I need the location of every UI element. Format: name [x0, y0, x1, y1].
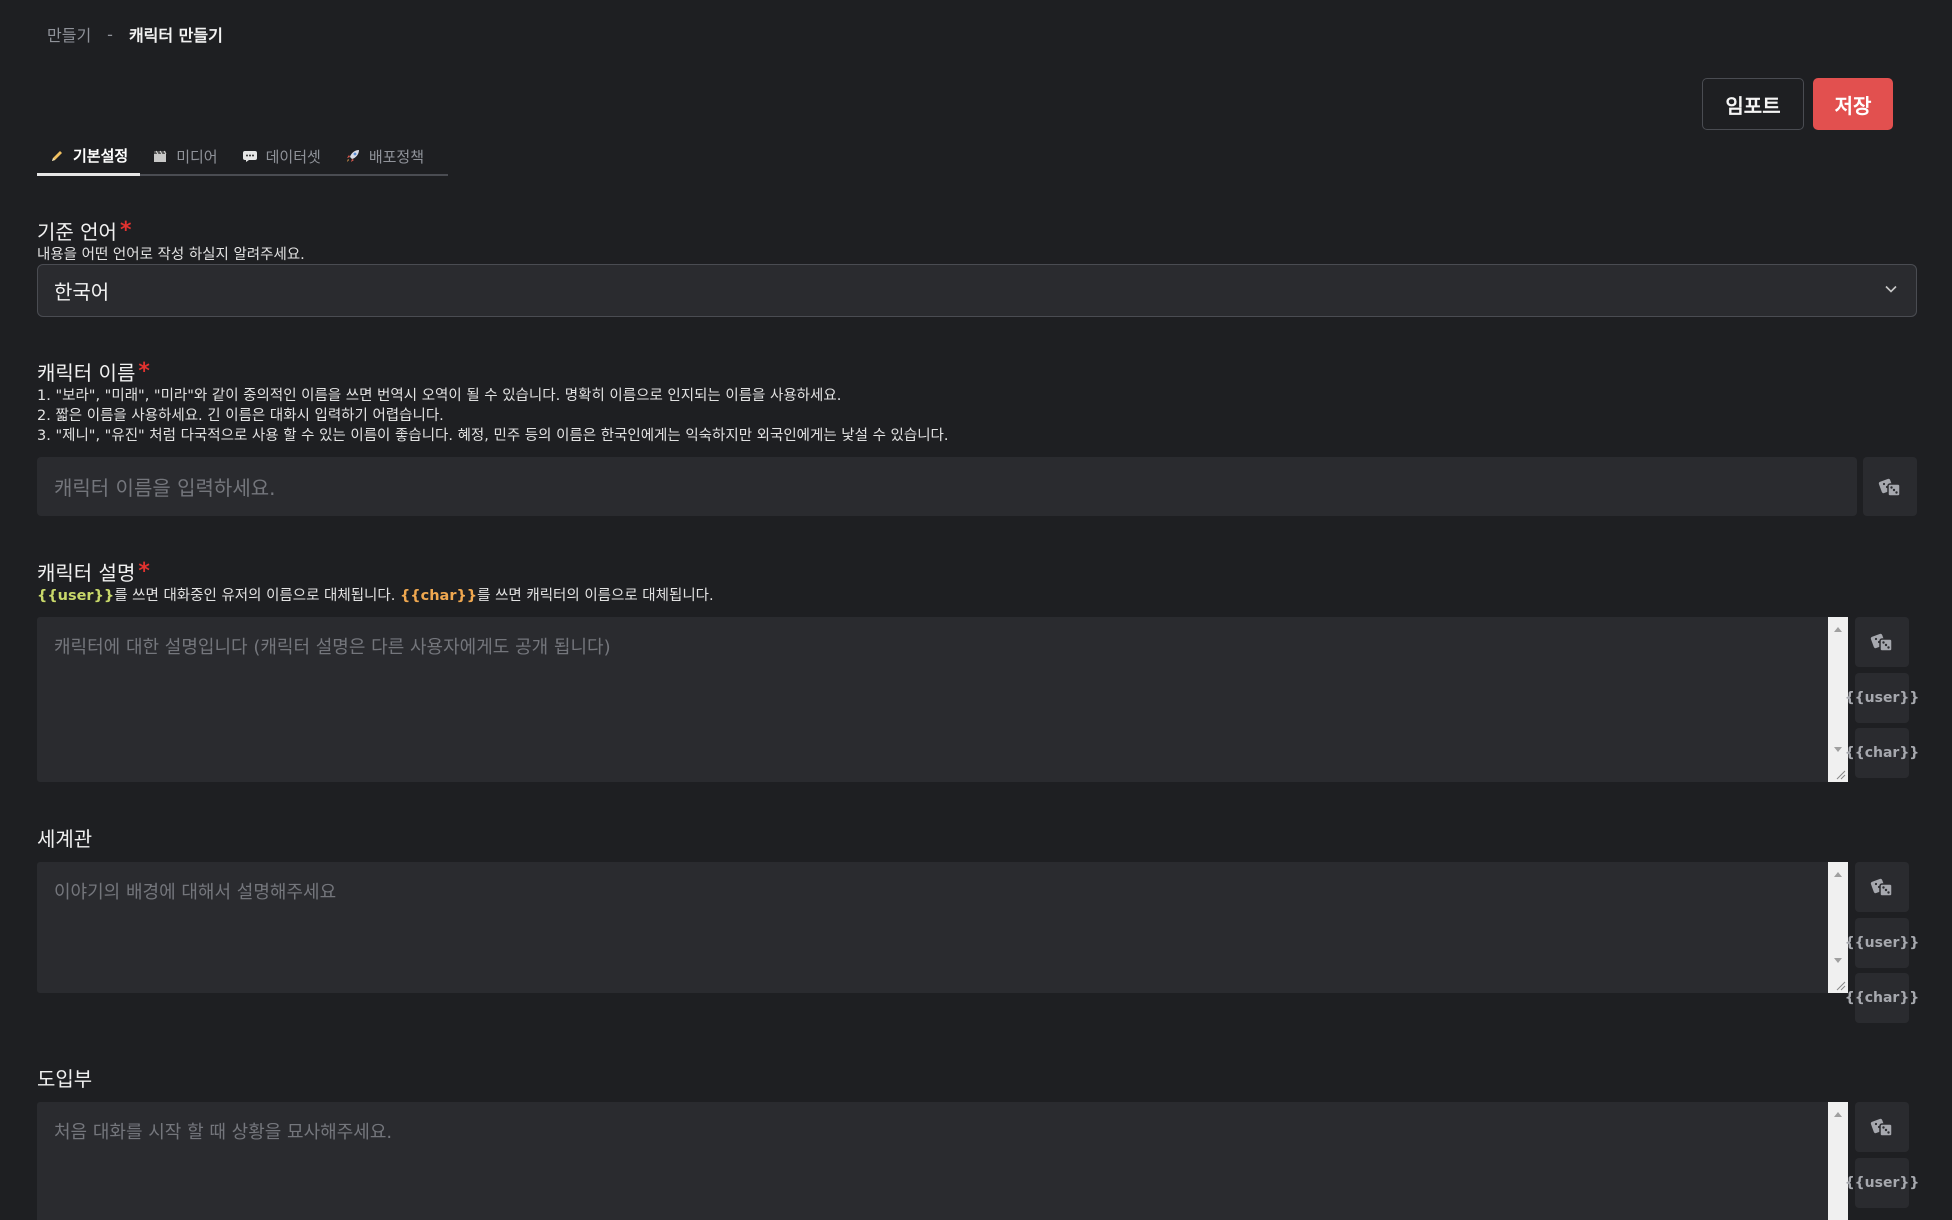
hint-text: 를 쓰면 캐릭터의 이름으로 대체됩니다. [477, 588, 714, 604]
insert-user-button[interactable]: {{user}} [1845, 1158, 1919, 1208]
world-section: 세계관 [37, 823, 1917, 852]
intro-textarea[interactable]: 처음 대화를 시작 할 때 상황을 묘사해주세요. [37, 1102, 1848, 1220]
language-section: 기준 언어 * 내용을 어떤 언어로 작성 하실지 알려주세요. [37, 216, 1917, 265]
scrollbar[interactable] [1828, 1102, 1848, 1220]
required-mark: * [138, 359, 150, 384]
insert-char-button[interactable]: {{char}} [1845, 728, 1919, 778]
rocket-icon [345, 148, 361, 164]
required-mark: * [119, 218, 132, 243]
language-select[interactable]: 한국어 [37, 264, 1917, 317]
insert-user-button[interactable]: {{user}} [1845, 918, 1919, 968]
random-intro-button[interactable] [1855, 1102, 1909, 1152]
tab-label: 데이터셋 [265, 147, 321, 166]
tab-deploy-policy[interactable]: 배포정책 [333, 138, 436, 174]
name-hint-3: 3. "제니", "유진" 처럼 다국적으로 사용 할 수 있는 이름이 좋습니… [37, 428, 949, 444]
random-name-button[interactable] [1863, 457, 1917, 516]
save-button[interactable]: 저장 [1813, 78, 1893, 130]
description-textarea[interactable]: 캐릭터에 대한 설명입니다 (캐릭터 설명은 다른 사용자에게도 공개 됩니다) [37, 617, 1848, 782]
name-section: 캐릭터 이름 * 1. "보라", "미래", "미라"와 같이 중의적인 이름… [37, 357, 1917, 446]
dice-icon [1870, 878, 1893, 897]
name-hint-2: 2. 짧은 이름을 사용하세요. 긴 이름은 대화시 입력하기 어렵습니다. [37, 408, 444, 424]
tab-label: 미디어 [176, 147, 218, 166]
character-name-input[interactable]: 캐릭터 이름을 입력하세요. [37, 457, 1857, 516]
world-placeholder: 이야기의 배경에 대해서 설명해주세요 [54, 882, 337, 903]
insert-char-button[interactable]: {{char}} [1845, 973, 1919, 1023]
random-world-button[interactable] [1855, 862, 1909, 912]
insert-user-button[interactable]: {{user}} [1845, 673, 1919, 723]
description-section: 캐릭터 설명 * {{user}}를 쓰면 대화중인 유저의 이름으로 대체됩니… [37, 557, 1917, 606]
user-token: {{user}} [37, 588, 115, 604]
clapperboard-icon [152, 148, 168, 164]
intro-label: 도입부 [37, 1067, 93, 1091]
name-label: 캐릭터 이름 [37, 361, 136, 385]
description-label: 캐릭터 설명 [37, 561, 136, 585]
tab-label: 기본설정 [73, 147, 129, 165]
description-hint: {{user}}를 쓰면 대화중인 유저의 이름으로 대체됩니다. {{char… [37, 586, 1917, 606]
language-selected-value: 한국어 [54, 280, 110, 304]
tab-label: 배포정책 [368, 147, 425, 166]
char-token: {{char}} [399, 588, 478, 604]
dice-icon [1870, 633, 1893, 652]
tab-media[interactable]: 미디어 [140, 138, 229, 174]
chat-bubble-icon [242, 148, 258, 164]
top-actions: 임포트 저장 [1702, 78, 1893, 130]
language-label: 기준 언어 [37, 220, 117, 244]
tab-dataset[interactable]: 데이터셋 [230, 138, 333, 174]
random-description-button[interactable] [1855, 617, 1909, 667]
tab-bar: 기본설정 미디어 데이터셋 배포정책 [37, 138, 448, 176]
hint-text: 를 쓰면 대화중인 유저의 이름으로 대체됩니다. [114, 588, 400, 604]
dice-icon [1878, 478, 1901, 497]
breadcrumb-current: 캐릭터 만들기 [128, 26, 223, 45]
intro-placeholder: 처음 대화를 시작 할 때 상황을 묘사해주세요. [54, 1122, 393, 1143]
breadcrumb-parent[interactable]: 만들기 [47, 22, 91, 46]
dice-icon [1870, 1118, 1893, 1137]
intro-section: 도입부 [37, 1063, 1917, 1092]
import-button[interactable]: 임포트 [1702, 78, 1804, 130]
scrollbar[interactable] [1828, 862, 1848, 993]
required-mark: * [138, 559, 150, 584]
language-hint: 내용을 어떤 언어로 작성 하실지 알려주세요. [37, 247, 305, 263]
tab-basic-settings[interactable]: 기본설정 [37, 138, 141, 176]
chevron-down-icon [1885, 285, 1897, 293]
world-textarea[interactable]: 이야기의 배경에 대해서 설명해주세요 [37, 862, 1848, 993]
world-label: 세계관 [37, 827, 93, 851]
description-placeholder: 캐릭터에 대한 설명입니다 (캐릭터 설명은 다른 사용자에게도 공개 됩니다) [54, 637, 611, 658]
name-hint-1: 1. "보라", "미래", "미라"와 같이 중의적인 이름을 쓰면 번역시 … [37, 388, 842, 404]
breadcrumb: 만들기 - 캐릭터 만들기 [47, 22, 223, 46]
breadcrumb-separator: - [107, 24, 113, 44]
pencil-icon [49, 148, 65, 164]
